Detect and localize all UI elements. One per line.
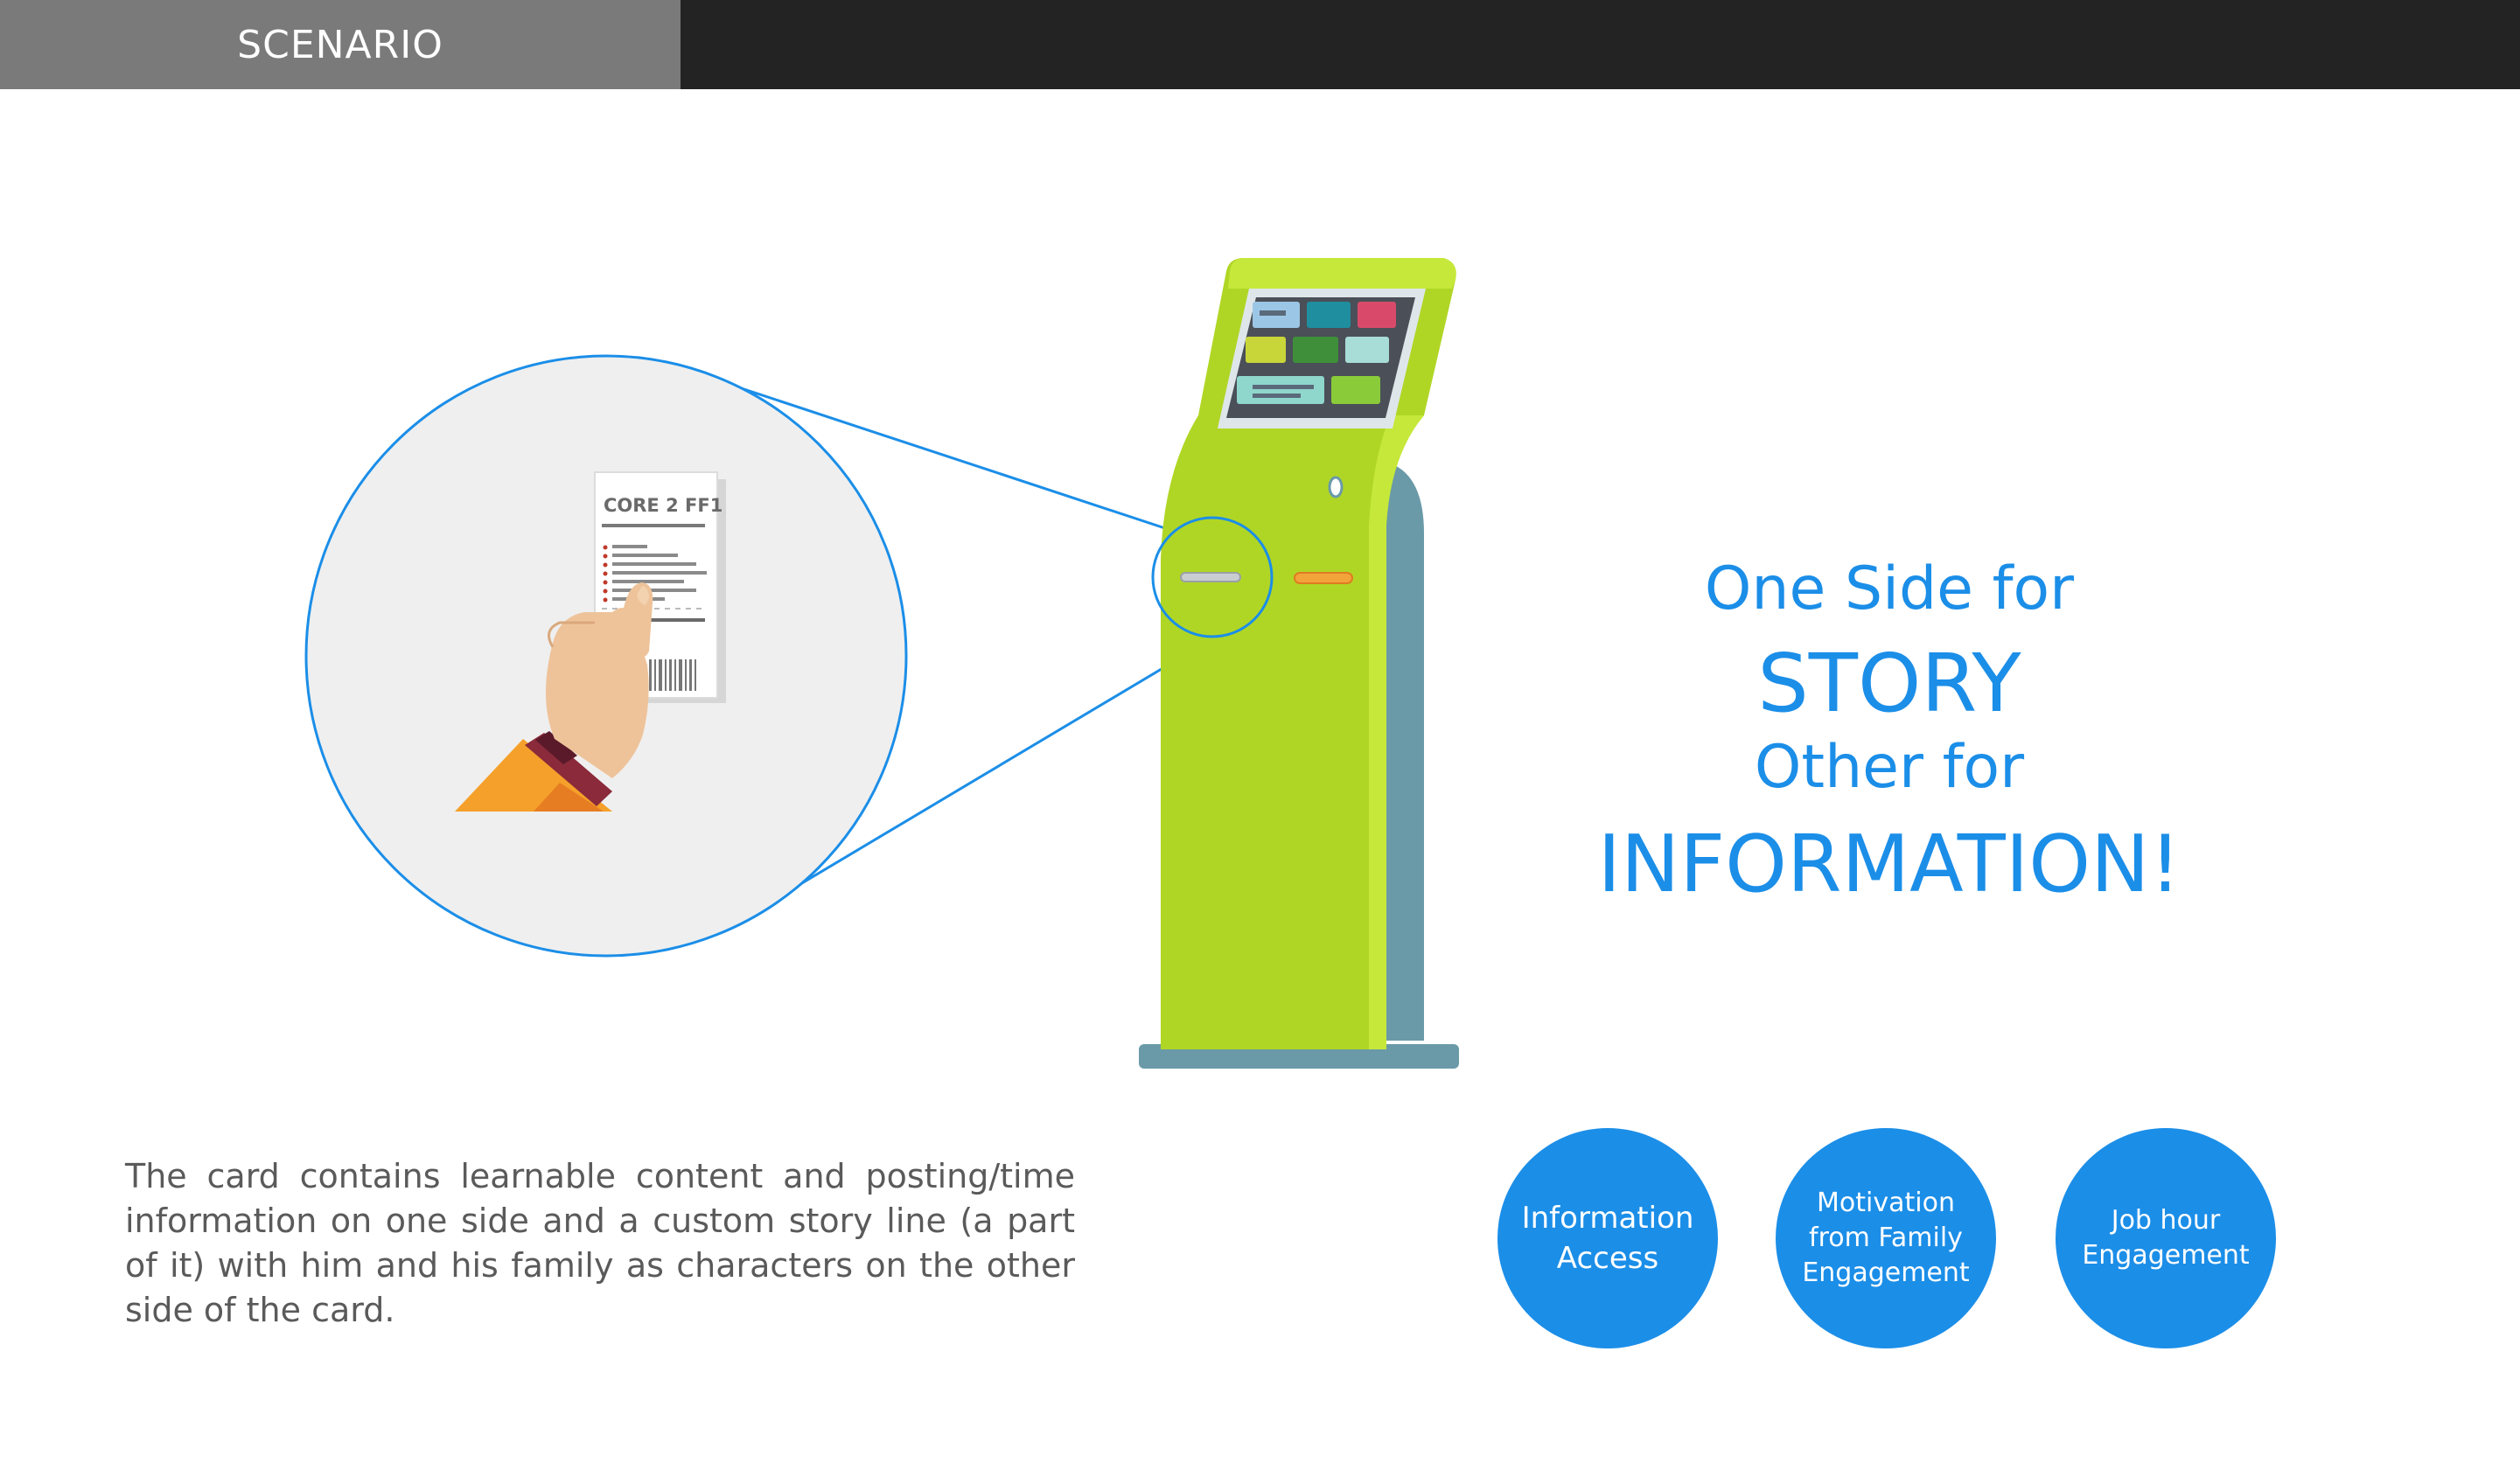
headline: One Side for STORY Other for INFORMATION… (1539, 542, 2239, 904)
benefit-label: Information Access (1521, 1201, 1694, 1276)
benefit-label: Motivation from Family Engagement (1802, 1188, 1970, 1288)
headline-line-2: STORY (1757, 637, 2021, 730)
benefit-job-hour-engagement: Job hour Engagement (2056, 1128, 2276, 1348)
kiosk-card-slot (1180, 572, 1241, 582)
headline-line-3: Other for (1754, 733, 2025, 802)
benefit-information-access: Information Access (1497, 1128, 1718, 1348)
card-barcode (647, 658, 702, 693)
benefit-family-motivation: Motivation from Family Engagement (1776, 1128, 1996, 1348)
screen-tiles (1237, 302, 1396, 404)
headline-line-4: INFORMATION! (1597, 819, 2181, 910)
benefit-label: Job hour Engagement (2082, 1205, 2250, 1271)
card-description: The card contains learnable content and … (125, 1157, 1075, 1329)
card-title: CORE 2 FF1 (604, 495, 722, 516)
headline-line-1: One Side for (1704, 554, 2075, 624)
kiosk-receipt-slot (1294, 572, 1353, 584)
kiosk-head-top (1228, 258, 1456, 289)
kiosk-camera (1328, 476, 1344, 498)
